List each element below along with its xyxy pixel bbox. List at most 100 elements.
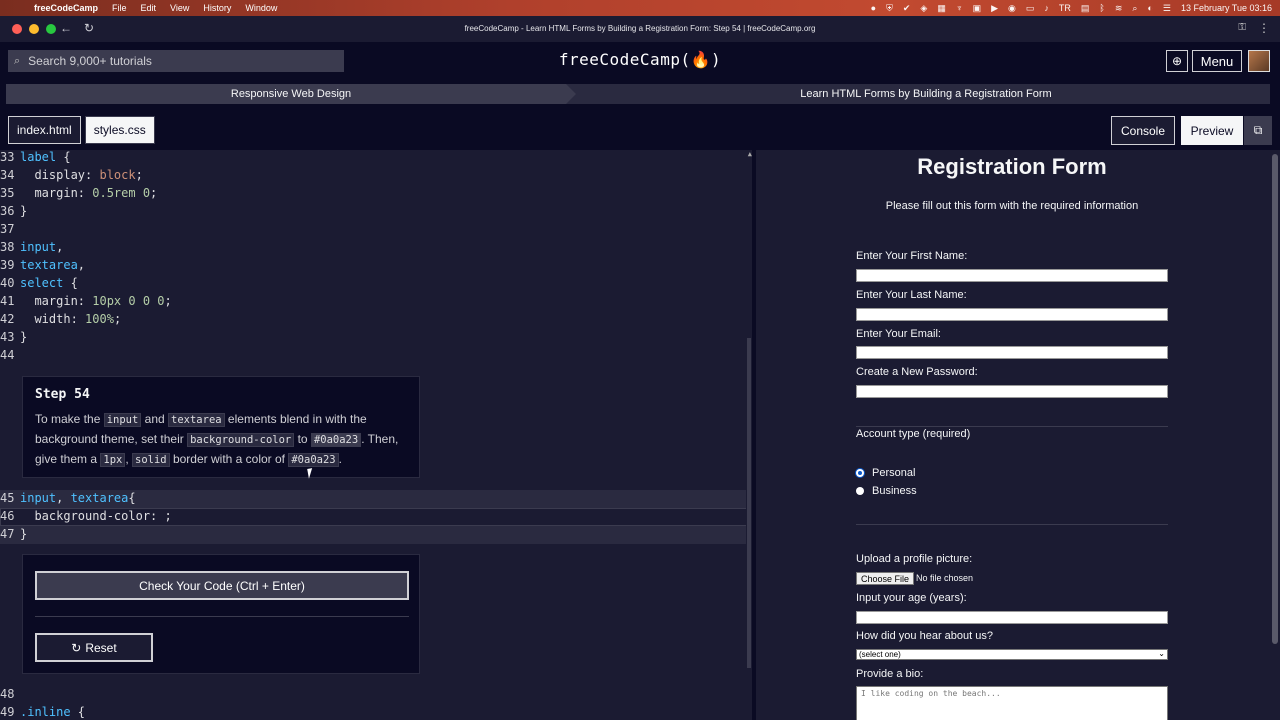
shield-icon[interactable]: ⛨ [886,3,893,14]
code-line[interactable]: 46 background-color: ; [0,507,172,525]
editor-scrollbar[interactable]: ▲ [746,150,752,720]
code-token: block [99,168,136,182]
window-icon[interactable]: ▣ [973,3,982,14]
code-line[interactable]: 45 input, textarea{ [0,489,136,507]
code-line[interactable]: 40 select { [0,274,78,292]
preview-scrollbar[interactable] [1270,150,1280,720]
console-button[interactable]: Console [1111,116,1175,145]
check-icon[interactable]: ✔ [903,3,911,14]
menubar-view[interactable]: View [170,3,189,13]
menubar-edit[interactable]: Edit [141,3,157,13]
grid-icon[interactable]: ▦ [937,3,946,14]
menubar-datetime[interactable]: 13 February Tue 03:16 [1181,3,1272,13]
reset-label: Reset [85,640,117,655]
menubar-status-area: ● ⛨ ✔ ◈ ▦ ♆ ▣ ▶ ◉ ▭ ♪ TR ▤ ᛒ ≋ ⌕ ◐ ☰ 13 … [871,0,1272,16]
choose-file-button[interactable]: Choose File [856,572,914,585]
code-token: ; [113,312,122,326]
line-number: 40 [0,276,15,290]
code-line[interactable]: 35 margin: 0.5rem 0; [0,184,157,202]
user-circle-icon[interactable]: ◉ [1008,3,1016,14]
menubar-history[interactable]: History [203,3,231,13]
code-line[interactable]: 37 [0,220,20,238]
code-border-color: #0a0a23 [288,453,339,467]
code-token: : [70,312,86,326]
code-line[interactable]: 49 .inline { [0,703,85,720]
email-input[interactable] [856,346,1168,359]
scroll-up-icon[interactable]: ▲ [748,150,752,158]
password-input[interactable] [856,385,1168,398]
age-input[interactable] [856,611,1168,624]
keyboard-layout[interactable]: TR [1059,3,1071,13]
site-logo[interactable]: freeCodeCamp(🔥) [0,50,1280,69]
more-vertical-icon[interactable]: ⋮ [1258,21,1270,35]
wifi-icon[interactable]: ≋ [1115,3,1123,14]
business-radio[interactable] [856,487,864,495]
referrer-label: How did you hear about us? [856,630,993,642]
code-line[interactable]: 44 [0,346,20,364]
tab-styles-css[interactable]: styles.css [84,116,155,144]
code-token: } [20,330,28,344]
code-line[interactable]: 47} [0,525,27,543]
step-title: Step 54 [35,387,90,402]
reset-button[interactable]: ↻ Reset [35,633,153,662]
search-icon[interactable]: ⌕ [1132,3,1137,14]
code-line[interactable]: 38 input, [0,238,63,256]
code-input: input [103,413,142,427]
cube-icon[interactable]: ◈ [920,3,927,14]
code-line[interactable]: 43} [0,328,27,346]
line-number: 34 [0,168,15,182]
menu-button[interactable]: Menu [1192,50,1242,72]
control-center-icon[interactable]: ☰ [1163,3,1171,14]
code-editor[interactable]: 33 label {34 display: block; 35 margin: 0.… [0,150,752,720]
code-line[interactable]: 42 width: 100%; [0,310,121,328]
code-token: : [85,168,100,182]
reset-icon: ↻ [71,640,82,655]
menubar-file[interactable]: File [112,3,127,13]
display-icon[interactable]: ▤ [1081,3,1090,14]
breadcrumb-course[interactable]: Responsive Web Design [6,84,576,104]
breadcrumb-project[interactable]: Learn HTML Forms by Building a Registrat… [582,84,1270,104]
preview-button[interactable]: Preview [1181,116,1243,145]
last-name-label: Enter Your Last Name: [856,289,967,301]
code-line[interactable]: 33 label { [0,150,71,166]
code-token: ; [135,168,143,182]
tab-index-html[interactable]: index.html [8,116,81,144]
bluetooth-icon[interactable]: ᛒ [1099,3,1104,13]
code-token: width [20,312,71,326]
mouse-cursor-icon [307,467,319,479]
code-line[interactable]: 36} [0,202,27,220]
site-header: ⌕ Search 9,000+ tutorials freeCodeCamp(🔥… [0,42,1280,80]
referrer-select[interactable]: (select one) ⌄ [856,649,1168,660]
code-token: input [20,491,57,505]
code-token: , [56,491,71,505]
bio-textarea[interactable]: I like coding on the beach... [856,686,1168,720]
tuner-icon[interactable]: ♆ [956,3,963,13]
editor-scrollbar-thumb[interactable] [747,338,751,668]
avatar[interactable] [1248,50,1270,72]
personal-radio[interactable] [856,469,864,477]
file-tabs: index.html styles.css [8,116,155,144]
screen: freeCodeCamp File Edit View History Wind… [0,0,1280,720]
macos-menubar: freeCodeCamp File Edit View History Wind… [0,0,1280,16]
key-icon[interactable]: ⚿ [1238,22,1246,33]
focus-icon[interactable]: ◐ [1147,3,1152,13]
code-line[interactable]: 41 margin: 10px 0 0 0; [0,292,172,310]
battery-icon[interactable]: ▭ [1026,3,1035,14]
preview-scrollbar-thumb[interactable] [1272,154,1278,644]
menubar-app-name[interactable]: freeCodeCamp [34,3,98,13]
check-code-button[interactable]: Check Your Code (Ctrl + Enter) [35,571,409,600]
code-token: label [20,150,57,164]
code-line[interactable]: 39 textarea, [0,256,85,274]
last-name-input[interactable] [856,308,1168,321]
popout-preview-icon[interactable]: ⧉ [1244,116,1272,145]
volume-icon[interactable]: ♪ [1044,3,1049,13]
record-icon[interactable]: ● [871,3,876,13]
menubar-window[interactable]: Window [245,3,277,13]
code-token: ; [150,186,158,200]
first-name-input[interactable] [856,269,1168,282]
play-icon[interactable]: ▶ [991,3,998,14]
code-line[interactable]: 48 [0,685,20,703]
code-line[interactable]: 34 display: block; [0,166,143,184]
line-number: 39 [0,258,15,272]
language-globe-icon[interactable]: ⊕ [1166,50,1188,72]
